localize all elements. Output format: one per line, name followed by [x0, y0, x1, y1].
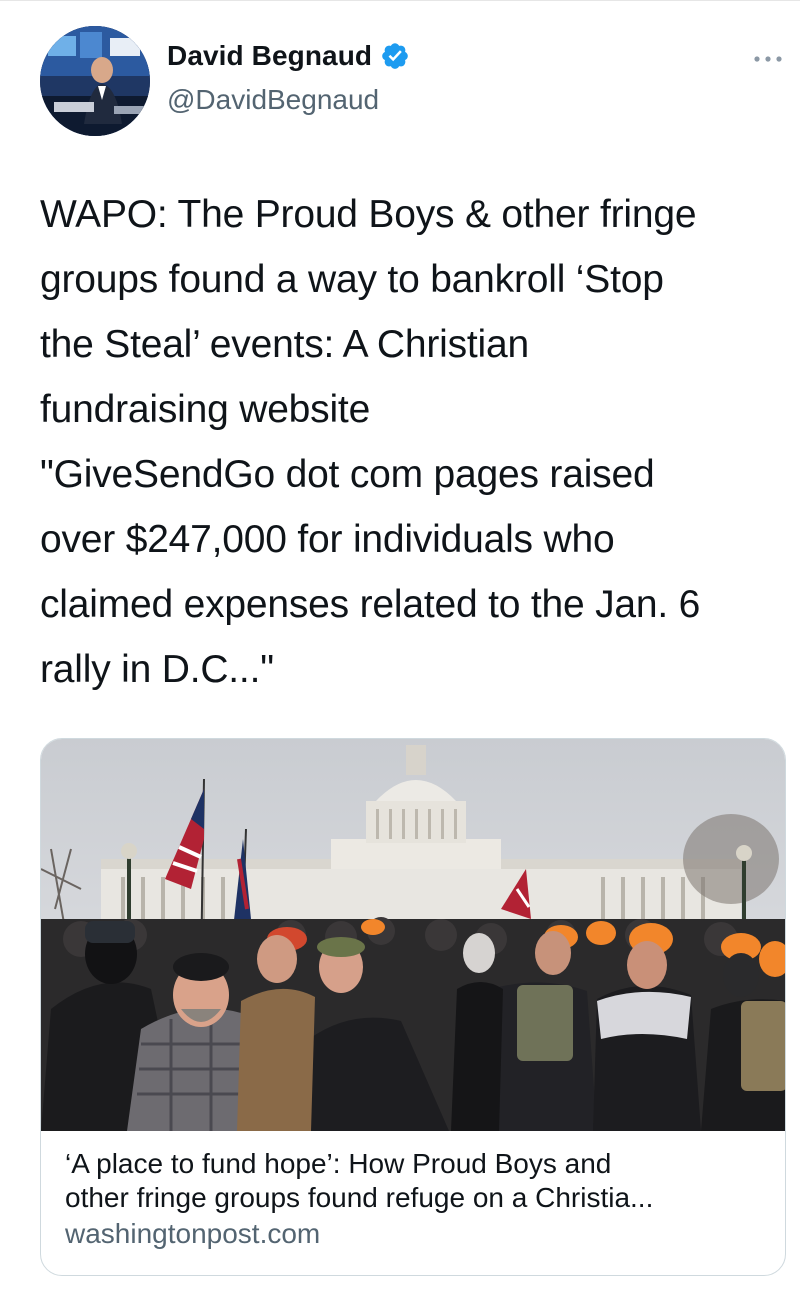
capitol-crowd-photo-icon	[41, 739, 785, 1131]
top-divider	[0, 0, 800, 1]
display-name[interactable]: David Begnaud	[167, 40, 372, 72]
user-handle[interactable]: @DavidBegnaud	[167, 84, 379, 116]
link-preview-card[interactable]: ‘A place to fund hope’: How Proud Boys a…	[40, 738, 786, 1276]
author-name-row[interactable]: David Begnaud	[167, 40, 410, 72]
more-horizontal-icon	[754, 56, 782, 62]
card-image[interactable]	[41, 739, 785, 1131]
card-domain[interactable]: washingtonpost.com	[65, 1217, 765, 1251]
profile-photo-icon	[40, 26, 150, 136]
card-title[interactable]: ‘A place to fund hope’: How Proud Boys a…	[65, 1147, 765, 1215]
tweet-text: WAPO: The Proud Boys & other fringe grou…	[40, 193, 701, 691]
more-options-button[interactable]	[748, 44, 788, 74]
verified-badge-icon	[380, 41, 410, 71]
avatar[interactable]	[40, 26, 150, 136]
card-body[interactable]: ‘A place to fund hope’: How Proud Boys a…	[65, 1147, 765, 1251]
